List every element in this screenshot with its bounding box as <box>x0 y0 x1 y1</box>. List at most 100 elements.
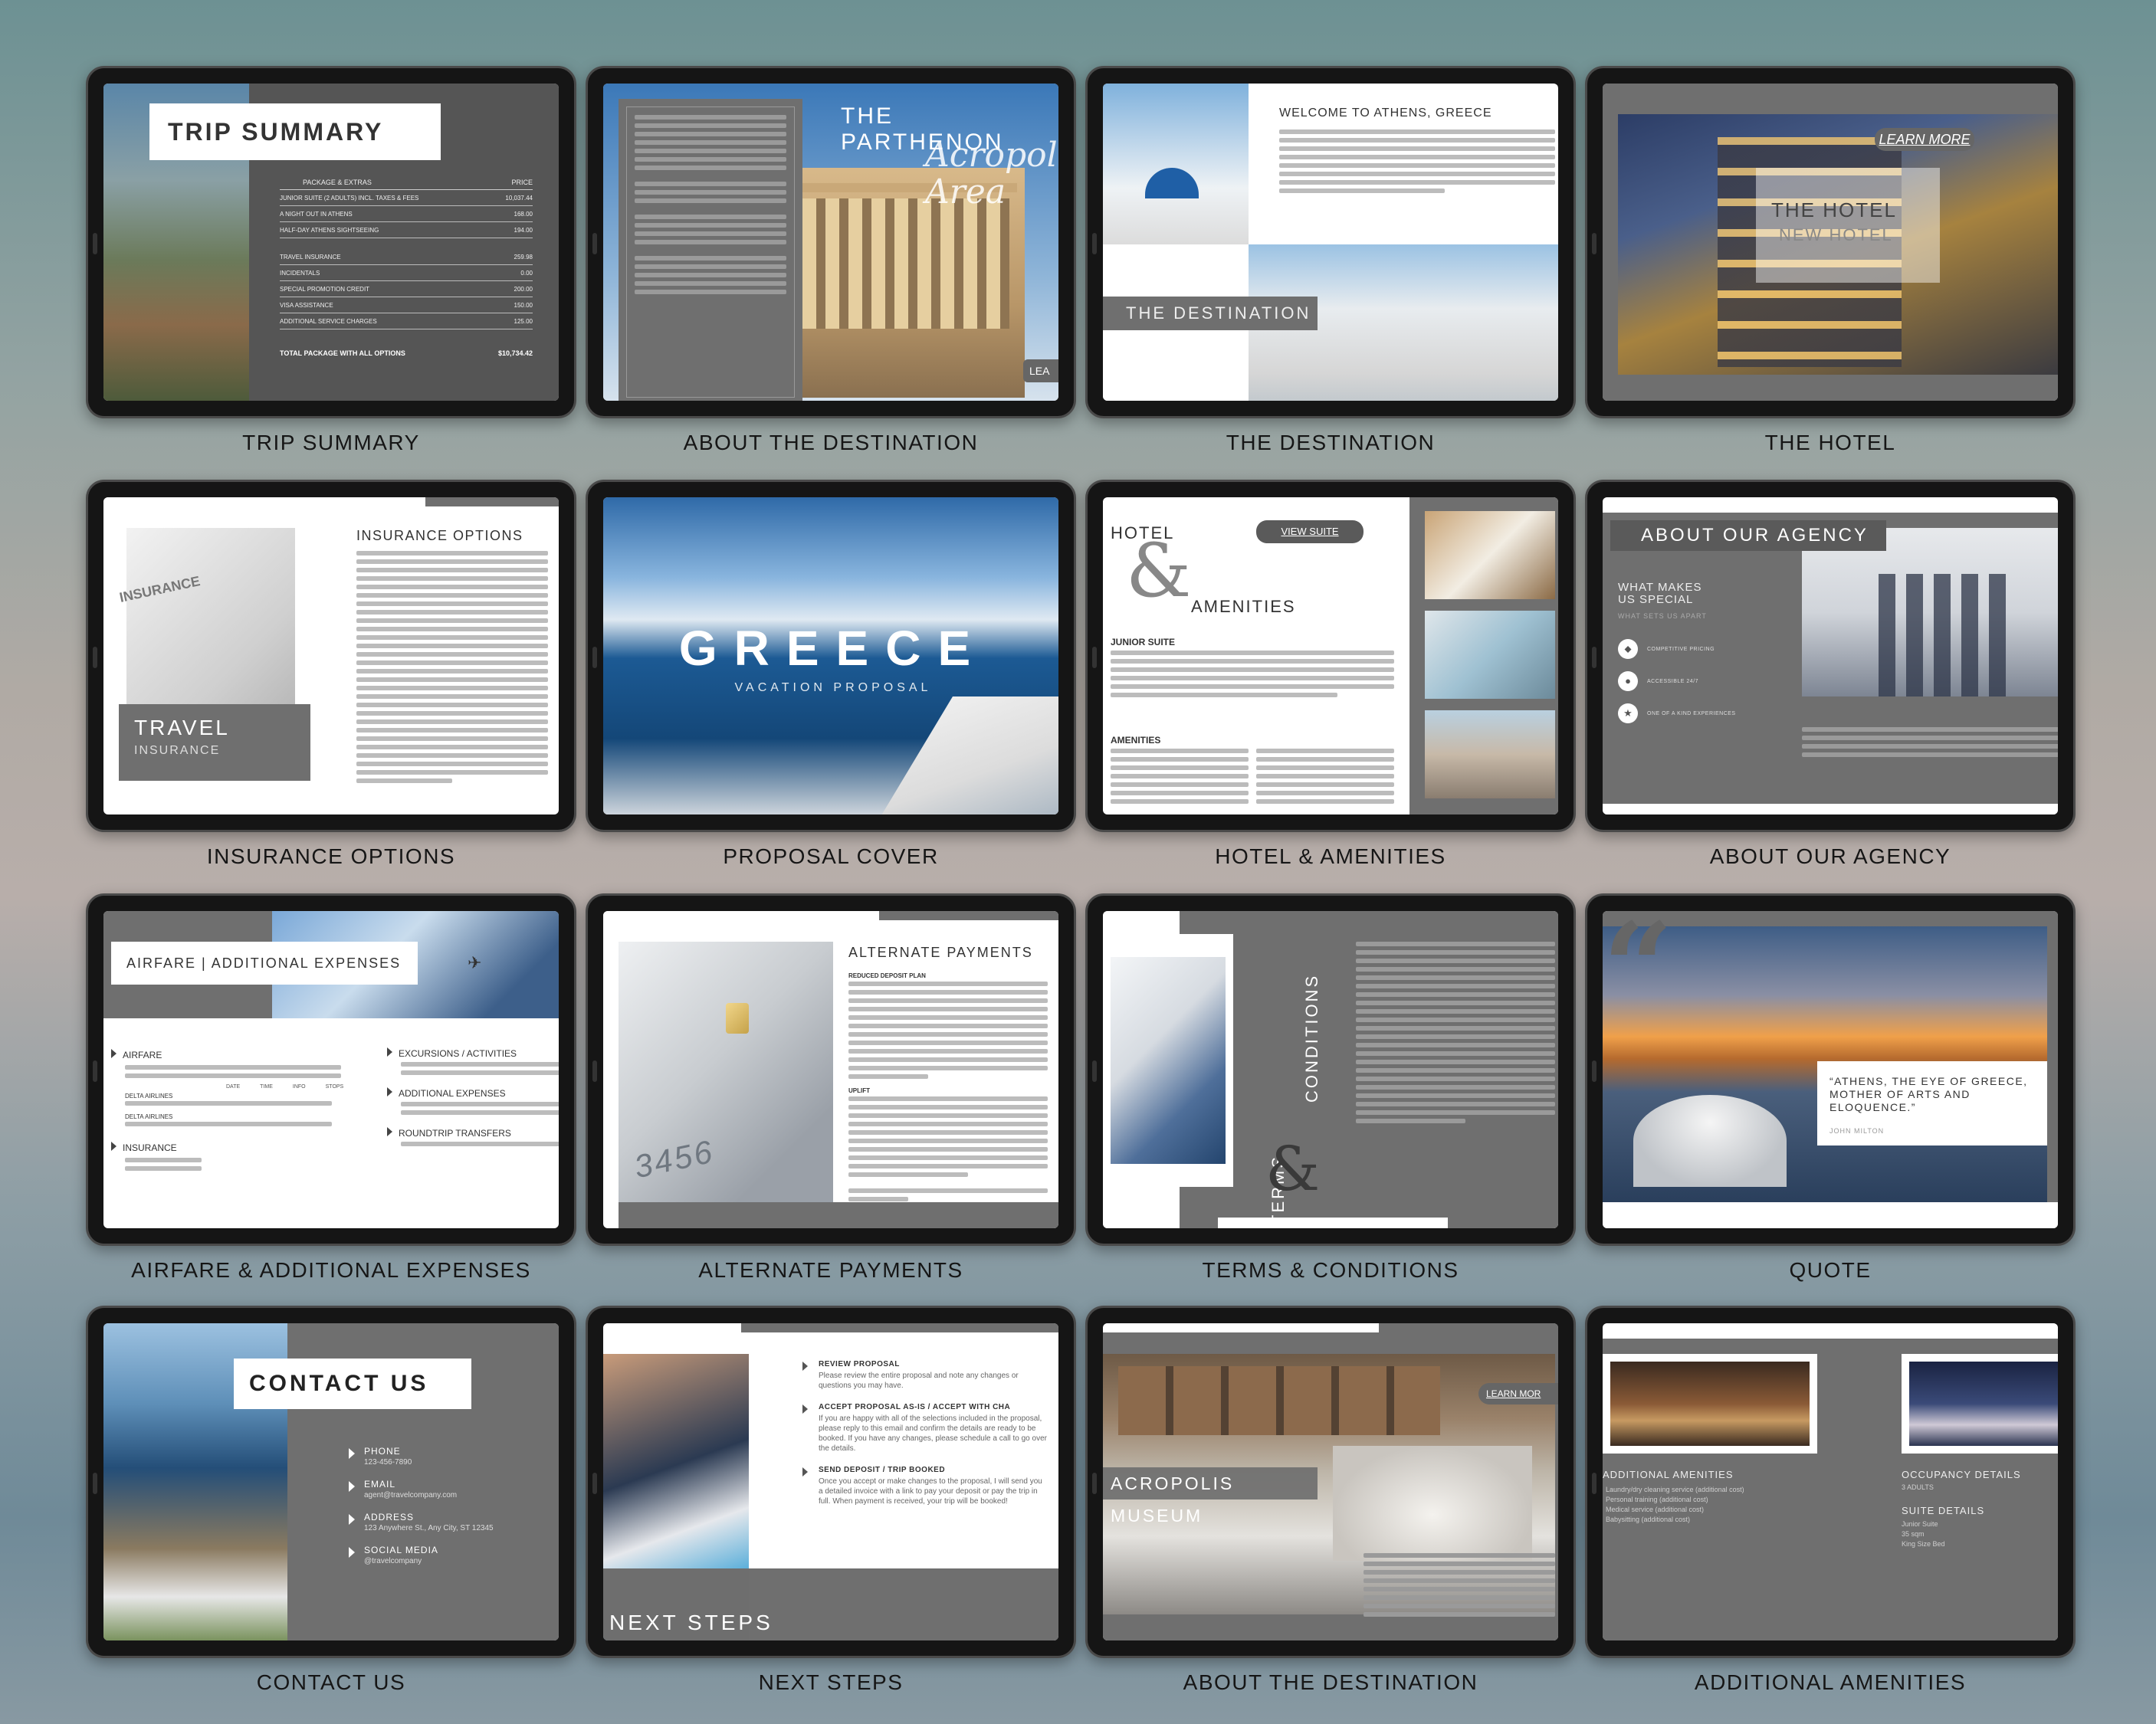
feature-item: ⬥ COMPETITIVE PRICING <box>1618 639 1736 659</box>
night-photo <box>1909 1362 2058 1446</box>
text-panel <box>619 99 802 401</box>
dome-photo <box>1103 84 1249 244</box>
tablet-frame: CONTACT US PHONE 123-456-7890 EMAIL agent@t… <box>86 1306 576 1658</box>
amenity-item: Personal training (additional cost) <box>1606 1496 1708 1503</box>
row-price: 150.00 <box>514 301 533 309</box>
slide-card-museum[interactable]: LEARN MOR ACROPOLIS MUSEUM ABOUT THE DES… <box>1085 1306 1576 1695</box>
feature-item: ● ACCESSIBLE 24/7 <box>1618 671 1736 691</box>
slide-card-airfare[interactable]: AIRFARE | ADDITIONAL EXPENSES ✈ AIRFARE … <box>86 893 576 1283</box>
contact-item[interactable]: SOCIAL MEDIA @travelcompany <box>349 1545 494 1565</box>
slide-caption: THE DESTINATION <box>1226 431 1436 454</box>
slide-title: CONTACT US <box>234 1359 471 1409</box>
slide-card-next-steps[interactable]: NEXT STEPS REVIEW PROPOSAL Please review … <box>586 1306 1076 1695</box>
camera-dot <box>592 1473 597 1494</box>
contact-label: SOCIAL MEDIA <box>364 1545 438 1555</box>
slide-card-terms[interactable]: TERMS & CONDITIONS TERMS & CONDITIONS <box>1085 893 1576 1283</box>
tablet-frame: THE PARTHENON Acropolis Area LEA <box>586 66 1076 418</box>
step-body: If you are happy with all of the selecti… <box>819 1414 1047 1453</box>
bottom-band <box>619 1202 1058 1228</box>
slide-card-the-destination[interactable]: WELCOME TO ATHENS, GREECE THE DESTINATIO… <box>1085 66 1576 455</box>
ampersand: & <box>1126 528 1192 614</box>
tablet-frame: AIRFARE | ADDITIONAL EXPENSES ✈ AIRFARE … <box>86 893 576 1246</box>
amenities-block: ADDITIONAL AMENITIES Laundry/dry cleanin… <box>1603 1469 1817 1525</box>
contact-item[interactable]: PHONE 123-456-7890 <box>349 1446 494 1467</box>
features-list: ⬥ COMPETITIVE PRICING ● ACCESSIBLE 24/7 ★ ONE… <box>1618 639 1736 736</box>
slide-heading: ALTERNATE PAYMENTS <box>848 945 1033 960</box>
bullet-icon <box>802 1362 808 1371</box>
tablet-frame: LEARN MOR ACROPOLIS MUSEUM <box>1085 1306 1576 1658</box>
slide-card-trip-summary[interactable]: TRIP SUMMARY PACKAGE & EXTRAS PRICE JUNI… <box>86 66 576 455</box>
top-stripe <box>603 911 1058 920</box>
signing-photo <box>1111 957 1226 1164</box>
row-item: VISA ASSISTANCE <box>280 301 333 309</box>
expenses-heading: ADDITIONAL EXPENSES <box>399 1088 506 1099</box>
step-heading: ACCEPT PROPOSAL AS-IS / ACCEPT WITH CHA <box>819 1403 1011 1411</box>
slide-subtitle: NEW HOTEL <box>1779 225 1893 244</box>
tablet-frame: ADDITIONAL AMENITIES Laundry/dry cleanin… <box>1585 1306 2076 1658</box>
steps-list: REVIEW PROPOSAL Please review the entire … <box>802 1360 1058 1519</box>
junior-suite-heading: JUNIOR SUITE <box>1111 637 1176 647</box>
slide-next-steps: NEXT STEPS REVIEW PROPOSAL Please review … <box>603 1323 1058 1640</box>
airline-1: DELTA AIRLINES <box>125 1093 173 1100</box>
contact-label: PHONE <box>364 1446 401 1457</box>
cover-subtitle: VACATION PROPOSAL <box>734 681 932 694</box>
step-heading: SEND DEPOSIT / TRIP BOOKED <box>819 1466 946 1474</box>
quote-mark-icon: “ <box>1603 911 1674 1040</box>
tablet-frame: ABOUT OUR AGENCY WHAT MAKES US SPECIAL W… <box>1585 480 2076 832</box>
label-small: INSURANCE <box>134 744 221 757</box>
slide-caption: CONTACT US <box>256 1670 406 1694</box>
occupancy-value: 3 ADULTS <box>1902 1483 1934 1491</box>
lounge-photo <box>1610 1362 1810 1446</box>
occupancy-heading: OCCUPANCY DETAILS <box>1902 1469 2021 1480</box>
slide-caption: AIRFARE & ADDITIONAL EXPENSES <box>131 1258 531 1282</box>
row-item: A NIGHT OUT IN ATHENS <box>280 210 353 218</box>
payment-text-1 <box>848 982 1048 1083</box>
excursions-heading: EXCURSIONS / ACTIVITIES <box>399 1048 517 1059</box>
slide-card-quote[interactable]: “ “ATHENS, THE EYE OF GREECE, MOTHER OF … <box>1585 893 2076 1283</box>
step-item: REVIEW PROPOSAL Please review the entire … <box>802 1360 1058 1391</box>
room-photo-2 <box>1425 611 1555 699</box>
bullet-icon <box>387 1087 392 1096</box>
feature-label: COMPETITIVE PRICING <box>1647 646 1715 652</box>
script-overlay: Acropolis Area <box>925 136 1058 211</box>
slide-card-the-hotel[interactable]: THE HOTEL NEW HOTEL LEARN MORE THE HOTEL <box>1585 66 2076 455</box>
slide-card-proposal-cover[interactable]: GREECE VACATION PROPOSAL PROPOSAL COVER <box>586 480 1076 869</box>
slide-caption: TERMS & CONDITIONS <box>1202 1258 1459 1282</box>
feature-label: ONE OF A KIND EXPERIENCES <box>1647 710 1736 716</box>
tablet-frame: TRIP SUMMARY PACKAGE & EXTRAS PRICE JUNI… <box>86 66 576 418</box>
step-item: ACCEPT PROPOSAL AS-IS / ACCEPT WITH CHA I… <box>802 1403 1058 1454</box>
camera-dot <box>1092 233 1097 254</box>
welcome-text <box>1279 129 1555 197</box>
table-row: ADDITIONAL SERVICE CHARGES 125.00 <box>280 313 533 329</box>
col-price: PRICE <box>511 179 533 186</box>
tablet-frame: THE HOTEL NEW HOTEL LEARN MORE <box>1585 66 2076 418</box>
amenities-heading: ADDITIONAL AMENITIES <box>1603 1469 1734 1480</box>
step-body: Once you accept or make changes to the p… <box>819 1477 1042 1506</box>
slide-card-alternate-payments[interactable]: 3456 ALTERNATE PAYMENTS REDUCED DEPOSIT … <box>586 893 1076 1283</box>
step-text: ACCEPT PROPOSAL AS-IS / ACCEPT WITH CHA I… <box>819 1403 1048 1454</box>
slide-hotel-amenities: HOTEL & AMENITIES VIEW SUITE JUNIOR SUIT… <box>1103 497 1558 814</box>
suite-values: Junior Suite 35 sqm King Size Bed <box>1902 1519 2058 1549</box>
bullet-icon <box>802 1404 808 1414</box>
insurance-text <box>356 551 548 787</box>
slide-card-insurance[interactable]: INSURANCE TRAVEL INSURANCE INSURANCE OPT… <box>86 480 576 869</box>
contact-item[interactable]: ADDRESS 123 Anywhere St., Any City, ST 12… <box>349 1512 494 1532</box>
contact-value: 123 Anywhere St., Any City, ST 12345 <box>364 1524 494 1532</box>
slide-card-additional-amenities[interactable]: ADDITIONAL AMENITIES Laundry/dry cleanin… <box>1585 1306 2076 1695</box>
table-row: A NIGHT OUT IN ATHENS 168.00 <box>280 206 533 222</box>
camera-dot <box>1592 1473 1596 1494</box>
learn-more-button[interactable]: LEARN MOR <box>1478 1383 1558 1404</box>
contact-item[interactable]: EMAIL agent@travelcompany.com <box>349 1479 494 1499</box>
learn-button[interactable]: LEA <box>1023 359 1058 382</box>
slide-card-hotel-amenities[interactable]: HOTEL & AMENITIES VIEW SUITE JUNIOR SUIT… <box>1085 480 1576 869</box>
slide-card-about-agency[interactable]: ABOUT OUR AGENCY WHAT MAKES US SPECIAL W… <box>1585 480 2076 869</box>
top-white <box>1603 1323 2058 1339</box>
slide-card-about-destination[interactable]: THE PARTHENON Acropolis Area LEA ABOUT T… <box>586 66 1076 455</box>
bullet-icon <box>349 1448 355 1459</box>
slide-card-contact[interactable]: CONTACT US PHONE 123-456-7890 EMAIL agent@t… <box>86 1306 576 1695</box>
view-suite-button[interactable]: VIEW SUITE <box>1256 520 1363 543</box>
amenity-item: Medical service (additional cost) <box>1606 1506 1705 1513</box>
top-white <box>1603 497 2058 513</box>
learn-more-button[interactable]: LEARN MORE <box>1875 128 1974 151</box>
slide-caption: QUOTE <box>1789 1258 1872 1282</box>
